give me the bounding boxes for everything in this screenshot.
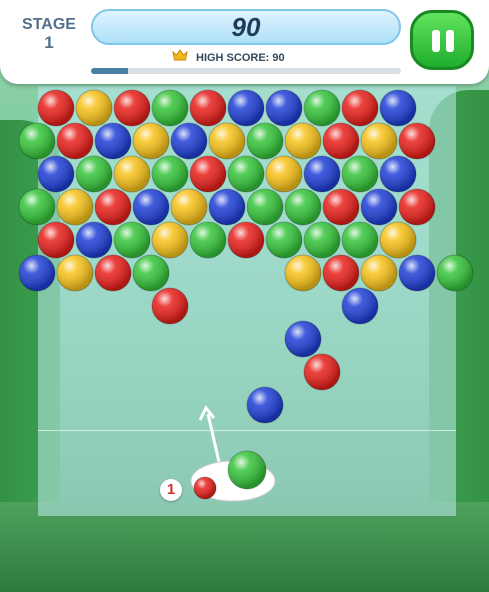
bubble-red [151,287,189,325]
bubble-blue [284,320,322,358]
next-bubble [193,476,217,500]
bubble-red [94,254,132,292]
aim-arrow-icon [198,405,216,421]
bubble-blue [265,89,303,127]
bubble-red [322,188,360,226]
bubble-blue [227,89,265,127]
shots-remaining-badge: 1 [160,479,182,501]
bubble-yellow [75,89,113,127]
bubble-blue [37,155,75,193]
bubble-green [75,155,113,193]
bubble-yellow [170,188,208,226]
bubble-red [341,89,379,127]
bubble-blue [18,254,56,292]
bubble-blue [341,287,379,325]
bubble-red [113,89,151,127]
bubble-red [189,155,227,193]
bubble-green [18,122,56,160]
bubble-yellow [113,155,151,193]
bubble-yellow [132,122,170,160]
bubble-yellow [151,221,189,259]
bubble-blue [303,155,341,193]
bubble-green [303,89,341,127]
bubble-yellow [208,122,246,160]
bubble-yellow [284,254,322,292]
bubble-blue [398,254,436,292]
bubble-red [398,188,436,226]
bubble-grid [18,89,474,502]
bubble-green [341,221,379,259]
bubble-red [322,122,360,160]
bubble-blue [132,188,170,226]
bubble-yellow [56,188,94,226]
game-scene: STAGE 1 90 HIGH SCORE: 90 1 [0,0,489,592]
bubble-yellow [284,122,322,160]
bubble-green [113,221,151,259]
bubble-green [341,155,379,193]
bubble-red [189,89,227,127]
bubble-green [246,122,284,160]
bubble-red [398,122,436,160]
bubble-green [151,155,189,193]
bubble-green [18,188,56,226]
bubble-green [227,155,265,193]
bubble-blue [379,155,417,193]
bubble-blue [208,188,246,226]
bubble-green [151,89,189,127]
bubble-red [322,254,360,292]
bubble-yellow [360,254,398,292]
bubble-green [246,188,284,226]
current-bubble [227,450,267,490]
bubble-yellow [265,155,303,193]
bubble-green [265,221,303,259]
bubble-blue [246,386,284,424]
bubble-red [56,122,94,160]
bubble-yellow [379,221,417,259]
bubble-yellow [56,254,94,292]
bubble-red [37,89,75,127]
bubble-blue [75,221,113,259]
bubble-green [284,188,322,226]
bubble-blue [170,122,208,160]
bubble-yellow [360,122,398,160]
bubble-red [94,188,132,226]
bubble-blue [94,122,132,160]
bubble-red [227,221,265,259]
bubble-green [303,221,341,259]
bubble-green [189,221,227,259]
bubble-blue [360,188,398,226]
bubble-green [436,254,474,292]
bubble-blue [379,89,417,127]
bubble-green [132,254,170,292]
bubble-red [37,221,75,259]
bubble-red [303,353,341,391]
